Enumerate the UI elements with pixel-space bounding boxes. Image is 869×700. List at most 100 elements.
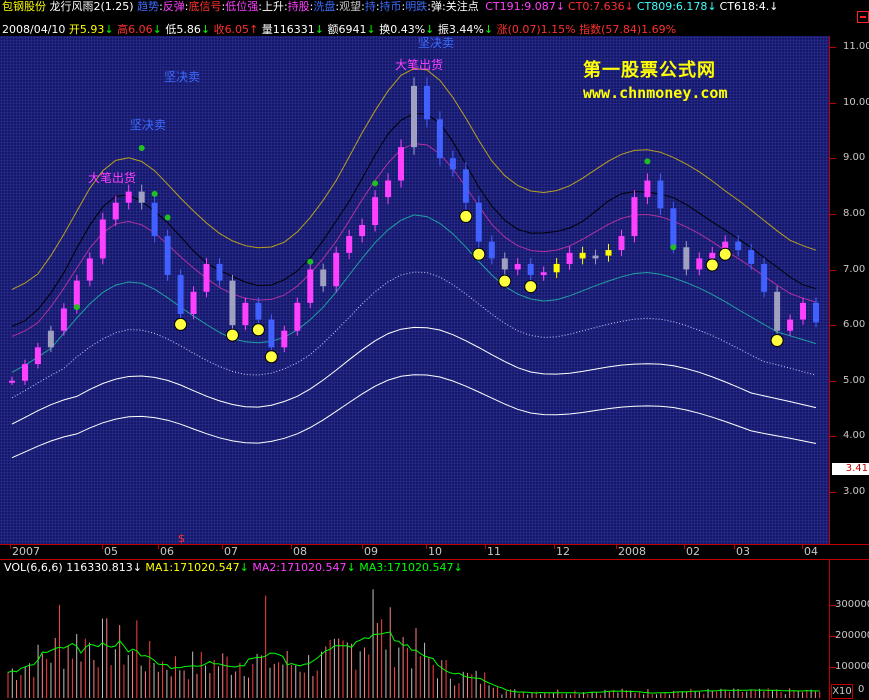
y-tick-label: 7.00 — [843, 263, 866, 275]
y-tick — [830, 492, 836, 493]
price-chart[interactable]: 大笔出货 大笔出货 坚决卖 坚决卖 坚决卖 — [0, 36, 829, 544]
x-tick — [684, 545, 685, 549]
x-tick-label: 03 — [736, 545, 750, 558]
buy-signal-icon — [524, 280, 538, 294]
price-axis[interactable]: 11.00 10.00 9.00 8.00 7.00 6.00 5.00 4.00 3.00 3… — [829, 36, 869, 544]
y-tick — [830, 47, 836, 48]
candle-body — [514, 263, 521, 270]
green-signal-dot — [644, 158, 651, 165]
candle-body — [735, 241, 742, 251]
buy-signal-icon — [251, 323, 265, 337]
signal-item: 关注点 — [445, 0, 479, 13]
x-tick-label: 11 — [487, 545, 501, 558]
green-signal-dot — [164, 214, 171, 221]
y-tick-label: 9.00 — [843, 152, 866, 164]
candle-body — [411, 85, 417, 148]
candle-body — [112, 202, 119, 220]
vol-ma1: MA1:171020.547 — [145, 561, 240, 574]
vol-tick-label: 200000 — [835, 629, 869, 641]
candle-body — [787, 319, 794, 331]
volume-panel[interactable]: VOL(6,6,6) 116330.813↓ MA1:171020.547↓ M… — [0, 560, 829, 700]
date-axis[interactable]: 2007 05 06 07 08 09 10 11 12 2008 02 03 04 $ — [0, 533, 869, 560]
signal-item: 洗盘 — [313, 0, 336, 13]
header-bar: 包钢股份 龙行风雨2(1.25) 趋势:反弹:底信号:低位强:上升:持股:洗盘:… — [0, 0, 869, 22]
vol-value: 116330.813 — [66, 561, 133, 574]
buy-signal-icon — [472, 247, 486, 261]
green-signal-dot — [307, 258, 314, 265]
x-tick — [291, 545, 292, 549]
candle-body — [592, 255, 599, 259]
green-signal-dot — [372, 180, 379, 187]
candle-body — [501, 258, 508, 270]
x-tick — [554, 545, 555, 549]
y-tick-label: 8.00 — [843, 207, 866, 219]
x-tick — [616, 545, 617, 549]
candle-body — [138, 191, 145, 203]
y-tick — [830, 158, 836, 160]
candle-body — [774, 291, 781, 331]
annotation-label: 坚决卖 — [130, 118, 166, 132]
y-tick-label: 4.00 — [843, 430, 866, 442]
candle-body — [683, 247, 690, 270]
index-label: 指数 — [579, 23, 602, 36]
candle-body — [813, 302, 819, 323]
candle-body — [190, 291, 197, 314]
candle-body — [281, 330, 288, 348]
indicator-row: 包钢股份 龙行风雨2(1.25) 趋势:反弹:底信号:低位强:上升:持股:洗盘:… — [2, 1, 778, 12]
candle-body — [86, 258, 93, 281]
signal-item: 上升 — [261, 0, 284, 13]
high-value: 6.06 — [128, 23, 153, 36]
candle-body — [320, 269, 327, 287]
indicator-name: 龙行风雨2(1.25) — [49, 0, 134, 13]
signal-item: 低位强 — [225, 0, 259, 13]
candle-body — [488, 241, 495, 259]
signal-item: 反弹 — [162, 0, 185, 13]
volume-axis[interactable]: 300000 200000 100000 — [829, 560, 869, 700]
vol-ma3: MA3:171020.547 — [359, 561, 454, 574]
candle-body — [579, 252, 586, 259]
volume-value: 116331 — [272, 23, 315, 36]
x-tick — [362, 545, 363, 549]
x-tick-label: 2008 — [618, 545, 646, 558]
candle-body — [475, 202, 482, 242]
candle-body — [631, 197, 638, 237]
candle-body — [34, 347, 41, 365]
candle-body — [294, 302, 301, 331]
change-label: 涨 — [496, 23, 508, 36]
watermark-url: www.chnmoney.com — [583, 84, 728, 102]
candle-body — [177, 275, 184, 314]
buy-signal-icon — [498, 274, 512, 288]
ct-values: CT191:9.087↓ CT0:7.636↓ CT809:6.178↓ CT618:… — [482, 0, 778, 13]
candle-body — [333, 252, 340, 287]
y-tick-label: 11.00 — [843, 41, 869, 52]
candle-body — [255, 302, 262, 320]
stock-name: 包钢股份 — [2, 0, 46, 13]
annotation-label: 坚决卖 — [164, 70, 200, 84]
quote-row: 2008/04/10 开5.93↓ 高6.06↓ 低5.86↓ 收6.05↑ 量… — [2, 23, 677, 36]
x-tick — [485, 545, 486, 549]
dividend-marker: $ — [178, 532, 185, 545]
candle-body — [462, 169, 469, 203]
x-tick-label: 2007 — [12, 545, 40, 558]
x-tick-label: 04 — [804, 545, 818, 558]
close-box-icon[interactable] — [855, 10, 869, 23]
volume-chart-svg — [7, 589, 821, 698]
x-tick — [802, 545, 803, 549]
signal-list: 趋势:反弹:底信号:低位强:上升:持股:洗盘:观望:持:持币:明跌:弹:关注点 — [137, 0, 479, 13]
x-tick-label: 06 — [160, 545, 174, 558]
price-chart-svg: 大笔出货大笔出货坚决卖坚决卖坚决卖 — [9, 36, 819, 459]
annotation-label: 大笔出货 — [395, 57, 443, 72]
x-tick-label: 02 — [686, 545, 700, 558]
green-signal-dot — [670, 244, 677, 251]
candle-body — [748, 250, 755, 264]
buy-signal-icon — [705, 258, 719, 272]
band-dotted-line — [11, 271, 817, 399]
signal-item: 底信号 — [188, 0, 222, 13]
candle-body — [372, 197, 379, 225]
scale-indicator[interactable]: X10 — [831, 684, 853, 699]
vol-ma2: MA2:171020.547 — [252, 561, 347, 574]
amount-label: 额 — [327, 23, 339, 36]
index-value: (57.84)1.69% — [601, 23, 677, 36]
candle-body — [359, 225, 366, 237]
candle-body — [605, 250, 612, 256]
